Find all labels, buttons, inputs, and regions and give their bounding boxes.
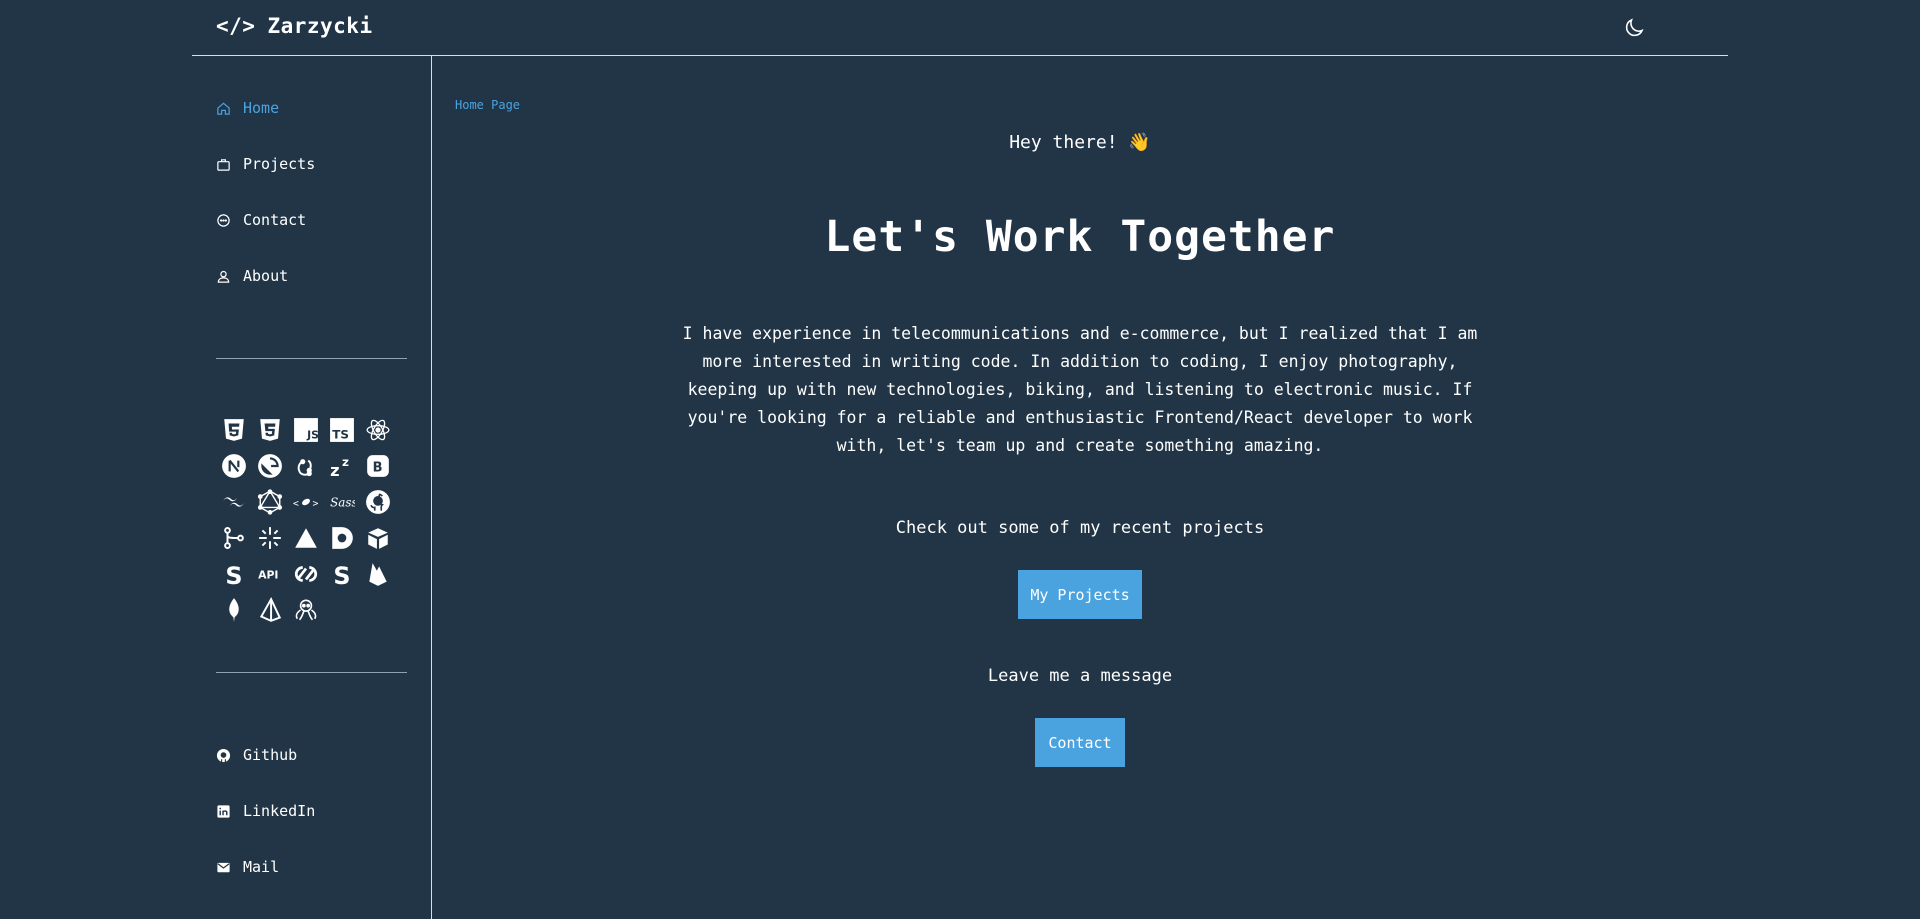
nav-contact-label: Contact (243, 211, 307, 229)
svg-text:S: S (333, 562, 350, 587)
graphql-icon (252, 484, 288, 520)
typescript-icon: TS (324, 412, 360, 448)
chat-icon (217, 213, 230, 227)
bootstrap-icon: B (360, 448, 396, 484)
social-linkedin-label: LinkedIn (243, 802, 316, 820)
intro-paragraph: I have experience in telecommunications … (682, 324, 1478, 455)
contentful-icon (288, 556, 324, 592)
gatsby-icon (252, 448, 288, 484)
vercel-icon (288, 520, 324, 556)
nav-home[interactable]: Home (216, 96, 279, 120)
sidebar: Home Projects Contact About JS TS zz B <… (192, 56, 432, 919)
github-icon (360, 484, 396, 520)
sass-icon: Sass (324, 484, 360, 520)
tech-stack-grid: JS TS zz B < > Sass S API S (216, 412, 396, 628)
nav-projects[interactable]: Projects (216, 152, 315, 176)
nav-projects-label: Projects (243, 155, 316, 173)
nav-about-label: About (243, 267, 289, 285)
html5-icon (216, 412, 252, 448)
site-logo[interactable]: </> Zarzycki (216, 14, 373, 38)
svg-text:z: z (342, 455, 349, 469)
social-mail-label: Mail (243, 858, 280, 876)
svg-text:JS: JS (306, 429, 319, 442)
svg-text:S: S (225, 562, 242, 587)
projects-prompt: Check out some of my recent projects (895, 518, 1265, 538)
javascript-icon: JS (288, 412, 324, 448)
svg-text:API: API (258, 568, 278, 581)
sidebar-divider (216, 672, 407, 673)
git-icon (216, 520, 252, 556)
nextjs-icon (216, 448, 252, 484)
strapi-icon (360, 520, 396, 556)
social-linkedin[interactable]: LinkedIn (216, 799, 315, 823)
site-header: </> Zarzycki (192, 0, 1728, 56)
code-brackets-icon: </> (216, 14, 256, 38)
user-icon (217, 270, 230, 283)
site-name: Zarzycki (267, 14, 373, 38)
api-icon: API (252, 556, 288, 592)
my-projects-button[interactable]: My Projects (1018, 570, 1142, 619)
svg-text:B: B (373, 460, 383, 475)
social-mail[interactable]: Mail (216, 855, 279, 879)
stripe-icon: S (216, 556, 252, 592)
svg-text:<: < (293, 498, 299, 509)
firebase-icon (360, 556, 396, 592)
moon-icon (1625, 18, 1644, 37)
css3-icon (252, 412, 288, 448)
briefcase-icon (217, 158, 230, 171)
mail-icon (217, 862, 230, 872)
sidebar-divider (216, 358, 407, 359)
zustand-icon: zz (324, 448, 360, 484)
mongodb-icon (216, 592, 252, 628)
svg-text:z: z (330, 461, 339, 479)
nav-about[interactable]: About (216, 264, 288, 288)
theme-toggle-button[interactable] (1622, 16, 1646, 40)
react-icon (360, 412, 396, 448)
home-icon (217, 102, 230, 115)
styled-components-icon: < > (288, 484, 324, 520)
nav-home-label: Home (243, 99, 280, 117)
tailwind-icon (216, 484, 252, 520)
greeting: Hey there! 👋 (1009, 132, 1151, 153)
nav-contact[interactable]: Contact (216, 208, 306, 232)
dato-cms-icon (324, 520, 360, 556)
contact-button[interactable]: Contact (1035, 718, 1125, 767)
social-github[interactable]: Github (216, 743, 297, 767)
github-icon (216, 748, 231, 762)
redux-icon (288, 448, 324, 484)
page-title: Let's Work Together (824, 212, 1336, 262)
octopus-icon (288, 592, 324, 628)
svg-text:>: > (313, 498, 319, 509)
jest-icon (252, 520, 288, 556)
main-content: Home Page Hey there! 👋 Let's Work Togeth… (432, 56, 1728, 919)
linkedin-icon (217, 804, 230, 818)
svg-text:TS: TS (332, 428, 349, 442)
message-prompt: Leave me a message (987, 666, 1173, 686)
svg-text:Sass: Sass (330, 495, 355, 509)
prisma-icon (252, 592, 288, 628)
sanity-icon: S (324, 556, 360, 592)
social-github-label: Github (243, 746, 298, 764)
breadcrumb[interactable]: Home Page (455, 98, 520, 112)
